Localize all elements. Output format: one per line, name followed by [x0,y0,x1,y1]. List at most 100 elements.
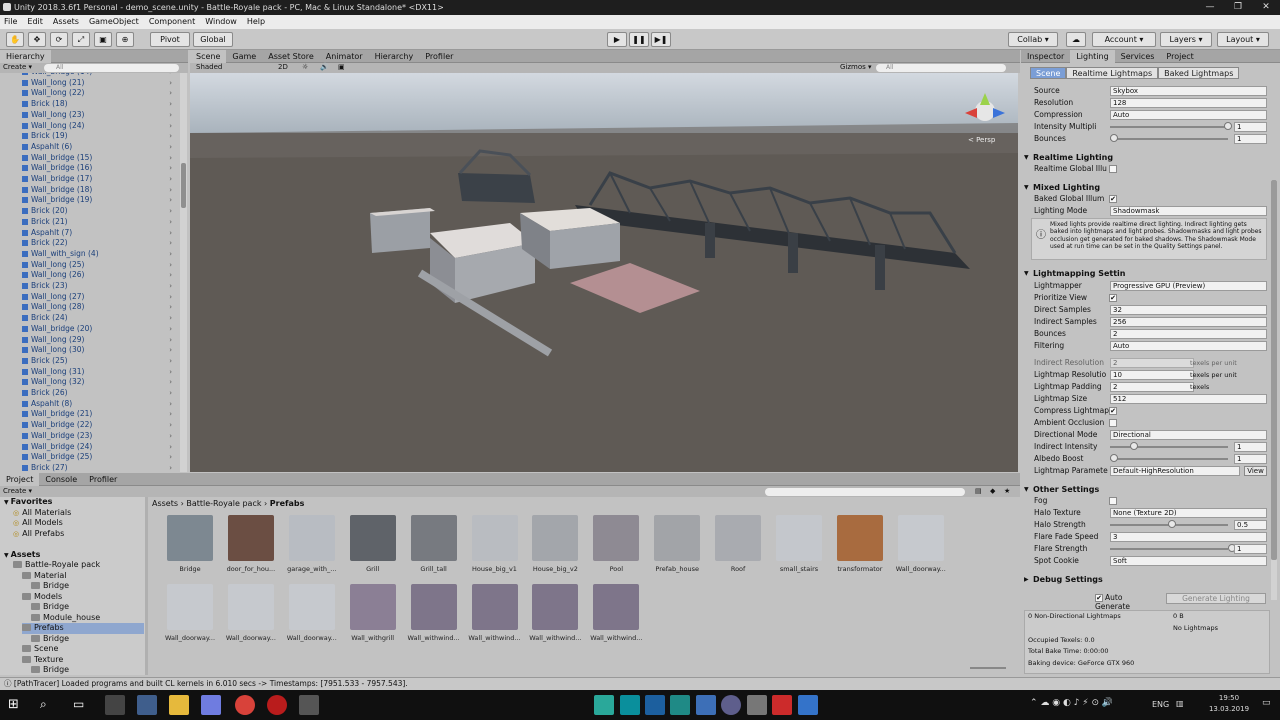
hierarchy-item[interactable]: Brick (22) › [22,238,172,249]
scale-tool-icon[interactable]: ⤢ [72,32,90,47]
indirect-intensity-slider[interactable] [1110,442,1228,450]
asset-item[interactable]: Wall_doorway... [221,584,281,650]
breadcrumb-pack[interactable]: Battle-Royale pack [186,499,261,508]
chevron-right-icon[interactable]: › [169,409,172,420]
prioritize-view-checkbox[interactable]: ✔ [1109,294,1117,302]
minimize-button[interactable]: — [1196,0,1224,15]
tab-inspector[interactable]: Inspector [1021,50,1070,63]
chevron-right-icon[interactable]: › [169,463,172,472]
generate-lighting-button[interactable]: Generate Lighting [1166,593,1266,604]
albedo-boost-slider[interactable] [1110,454,1228,462]
move-tool-icon[interactable]: ✥ [28,32,46,47]
hierarchy-item[interactable]: Brick (21) › [22,217,172,228]
chrome-icon[interactable] [235,695,255,715]
close-button[interactable]: ✕ [1252,0,1280,15]
tab-game[interactable]: Game [226,50,262,63]
hierarchy-create-button[interactable]: Create ▾ [3,63,32,71]
tree-item[interactable]: Bridge [31,634,144,645]
chevron-right-icon[interactable]: › [169,313,172,324]
hierarchy-item[interactable]: Wall_long (22) › [22,88,172,99]
chevron-right-icon[interactable]: › [169,324,172,335]
chevron-right-icon[interactable]: › [169,142,172,153]
thumbnail-size-slider[interactable] [970,667,1006,669]
chevron-right-icon[interactable]: › [169,88,172,99]
tree-item[interactable]: ◎ All Models [13,518,144,529]
tree-item[interactable]: Material [22,571,144,582]
menu-file[interactable]: File [4,17,17,26]
fog-checkbox[interactable] [1109,497,1117,505]
tab-profiler[interactable]: Profiler [419,50,459,63]
hierarchy-item[interactable]: Wall_long (26) › [22,270,172,281]
app-icon-4[interactable] [747,695,767,715]
halo-strength-slider[interactable] [1110,520,1228,528]
flare-strength-field[interactable]: 1 [1234,544,1267,554]
resolution-field[interactable]: 128 [1110,98,1267,108]
audition-icon[interactable] [620,695,640,715]
hierarchy-item[interactable]: Brick (23) › [22,281,172,292]
tab-profiler[interactable]: Profiler [83,473,123,486]
gizmos-dropdown[interactable]: Gizmos ▾ [840,63,872,71]
lightmapper-field[interactable]: Progressive GPU (Preview) [1110,281,1267,291]
asset-item[interactable]: House_big_v2 [525,515,585,581]
chevron-right-icon[interactable]: › [169,163,172,174]
chevron-down-icon[interactable]: ▼ [4,552,9,559]
app-icon-2[interactable] [670,695,690,715]
hierarchy-item[interactable]: Wall_long (29) › [22,335,172,346]
asset-item[interactable]: Roof [708,515,768,581]
lightmap-size-field[interactable]: 512 [1110,394,1267,404]
scene-search-input[interactable]: All [876,64,1006,72]
hierarchy-item[interactable]: Brick (18) › [22,99,172,110]
hierarchy-item[interactable]: Wall_long (31) › [22,367,172,378]
chevron-right-icon[interactable]: › [169,131,172,142]
asset-item[interactable]: Wall_doorway... [891,515,951,581]
hierarchy-item[interactable]: Wall_long (28) › [22,302,172,313]
compress-lightmaps-checkbox[interactable]: ✔ [1109,407,1117,415]
audio-toggle-icon[interactable]: 🔊 [320,63,329,71]
app-icon-5[interactable] [798,695,818,715]
chevron-right-icon[interactable]: › [169,442,172,453]
flare-fade-speed-field[interactable]: 3 [1110,532,1267,542]
compression-field[interactable]: Auto [1110,110,1267,120]
hierarchy-item[interactable]: Wall_long (24) › [22,121,172,132]
acrobat-icon[interactable] [772,695,792,715]
perspective-label[interactable]: < Persp [968,136,995,144]
chevron-right-icon[interactable]: › [169,217,172,228]
hierarchy-item[interactable]: Aspahlt (6) › [22,142,172,153]
baked-gi-checkbox[interactable]: ✔ [1109,195,1117,203]
asset-item[interactable]: transformator [830,515,890,581]
tray-icons[interactable]: ⌃ ☁ ◉ ◐ ♪ ⚡ ⊙ 🔊 [1030,698,1113,708]
store-icon[interactable] [137,695,157,715]
tab-lighting[interactable]: Lighting [1070,50,1115,63]
pivot-button[interactable]: Pivot [150,32,190,47]
hierarchy-item[interactable]: Wall_long (25) › [22,260,172,271]
asset-item[interactable]: small_stairs [769,515,829,581]
global-button[interactable]: Global [193,32,233,47]
chevron-right-icon[interactable]: › [169,260,172,271]
hierarchy-search-input[interactable]: All [44,64,179,72]
filtering-field[interactable]: Auto [1110,341,1267,351]
tab-scene[interactable]: Scene [190,50,227,63]
chevron-right-icon[interactable]: › [169,292,172,303]
clock-time[interactable]: 19:50 [1212,694,1246,702]
chevron-right-icon[interactable]: › [169,153,172,164]
asset-item[interactable]: Wall_doorway... [160,584,220,650]
hierarchy-item[interactable]: Brick (19) › [22,131,172,142]
hand-tool-icon[interactable]: ✋ [6,32,24,47]
app-icon-3[interactable] [721,695,741,715]
hierarchy-scrollbar[interactable] [180,73,187,472]
halo-strength-slider-knob[interactable] [1168,520,1176,528]
menu-help[interactable]: Help [247,17,265,26]
chevron-right-icon[interactable]: › [169,238,172,249]
opera-icon[interactable] [267,695,287,715]
lighting-scrollbar[interactable] [1271,180,1277,600]
lightmap-parameters-field[interactable]: Default-HighResolution [1110,466,1240,476]
intensity-multiplier-field[interactable]: 1 [1234,122,1267,132]
transform-tool-icon[interactable]: ⊕ [116,32,134,47]
filter-by-type-icon[interactable]: ▤ [975,487,982,495]
effects-dropdown-icon[interactable]: ▣ [338,63,345,71]
hierarchy-item[interactable]: Wall_bridge (22) › [22,420,172,431]
hierarchy-scroll-thumb[interactable] [181,163,186,208]
source-field[interactable]: Skybox [1110,86,1267,96]
asset-item[interactable]: Bridge [160,515,220,581]
input-language[interactable]: ENG [1152,700,1169,709]
